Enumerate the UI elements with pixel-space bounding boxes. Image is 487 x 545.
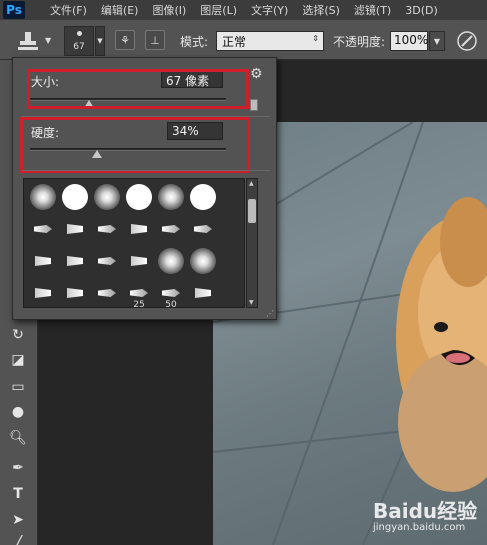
- eraser-tool-icon[interactable]: ◪: [8, 350, 28, 370]
- brush-preset-hard-round[interactable]: [187, 181, 219, 213]
- pen-tool-icon[interactable]: ✒: [8, 458, 28, 478]
- menu-layer[interactable]: 图层(L): [193, 2, 244, 18]
- brush-preset-picker[interactable]: 67: [64, 26, 94, 56]
- menu-filter[interactable]: 滤镜(T): [347, 2, 398, 18]
- brush-preset-tip[interactable]: [91, 213, 123, 245]
- menu-image[interactable]: 图像(I): [145, 2, 193, 18]
- panel-scroll-knob[interactable]: [250, 99, 258, 111]
- mode-label: 模式:: [180, 35, 209, 49]
- hardness-highlight-box: [20, 117, 250, 173]
- menu-select[interactable]: 选择(S): [295, 2, 347, 18]
- brush-preset-tip[interactable]: [187, 213, 219, 245]
- brush-preset-tip[interactable]: [27, 245, 59, 277]
- menu-edit[interactable]: 编辑(E): [94, 2, 146, 18]
- brush-preset-tip[interactable]: [59, 277, 91, 307]
- menu-3d[interactable]: 3D(D): [398, 4, 445, 17]
- brush-picker-panel: ⚙ 大小: 67 像素 硬度: 34% 25 50 ▲ ▼ ⋰: [12, 57, 277, 320]
- gradient-tool-icon[interactable]: ▭: [8, 377, 28, 397]
- brush-preset-hard-round[interactable]: [59, 181, 91, 213]
- opacity-arrow-icon[interactable]: ▼: [429, 31, 445, 51]
- path-selection-tool-icon[interactable]: ➤: [8, 510, 28, 530]
- brush-preset-soft-round[interactable]: [91, 181, 123, 213]
- blur-tool-icon[interactable]: ●: [8, 402, 28, 422]
- menu-bar: Ps 文件(F) 编辑(E) 图像(I) 图层(L) 文字(Y) 选择(S) 滤…: [0, 0, 487, 20]
- menu-file[interactable]: 文件(F): [43, 2, 94, 18]
- brush-preset-tip[interactable]: [27, 213, 59, 245]
- clone-source-panel-icon[interactable]: ⊥: [145, 30, 165, 50]
- brush-preset-fan[interactable]: [155, 213, 187, 245]
- opacity-input[interactable]: 100%: [390, 31, 428, 51]
- blend-mode-value: 正常: [222, 35, 247, 49]
- brush-preset-soft-round[interactable]: [155, 245, 187, 277]
- brush-preset-soft-round[interactable]: [187, 245, 219, 277]
- brush-preset-tip[interactable]: [27, 277, 59, 307]
- brush-preset-tip[interactable]: [91, 245, 123, 277]
- photoshop-logo: Ps: [3, 1, 25, 19]
- tool-preset-arrow-icon[interactable]: ▼: [45, 36, 51, 45]
- scroll-down-arrow-icon[interactable]: ▼: [249, 299, 254, 306]
- brush-preset-grid: 25 50: [23, 178, 245, 308]
- line-tool-icon[interactable]: ╱: [8, 534, 28, 545]
- clone-stamp-tool-icon[interactable]: [15, 30, 41, 52]
- brush-preset-tip[interactable]: [91, 277, 123, 307]
- menu-type[interactable]: 文字(Y): [244, 2, 295, 18]
- brush-preset-size-50[interactable]: 50: [155, 277, 187, 308]
- panel-divider: [21, 170, 270, 171]
- brush-preset-tip[interactable]: [59, 245, 91, 277]
- baidu-watermark: Baidu经验 jingyan.baidu.com: [373, 495, 477, 533]
- brush-preset-soft-round[interactable]: [155, 181, 187, 213]
- blend-mode-dropdown[interactable]: 正常 ⇕: [216, 31, 324, 51]
- brush-picker-arrow-icon[interactable]: ▼: [95, 26, 105, 56]
- brush-size-readout: 67: [73, 42, 85, 52]
- brush-panel-toggle-icon[interactable]: ⚘: [115, 30, 135, 50]
- brush-tip-icon: [77, 31, 82, 36]
- pressure-opacity-icon[interactable]: [456, 30, 478, 52]
- scroll-up-arrow-icon[interactable]: ▲: [249, 180, 254, 187]
- brush-preset-tip[interactable]: [187, 277, 219, 307]
- brush-preset-tip[interactable]: [123, 245, 155, 277]
- options-bar: ▼ 67 ▼ ⚘ ⊥ 模式: 正常 ⇕ 不透明度: 100% ▼: [0, 20, 487, 60]
- size-highlight-box: [27, 69, 249, 109]
- history-brush-tool-icon[interactable]: ↻: [8, 325, 28, 345]
- brush-preset-tip[interactable]: [59, 213, 91, 245]
- brush-grid-scrollbar[interactable]: ▲ ▼: [246, 178, 258, 308]
- brush-preset-size-label: 25: [133, 300, 145, 308]
- resize-grip-icon[interactable]: ⋰: [266, 309, 274, 318]
- brush-preset-tip[interactable]: [123, 213, 155, 245]
- watermark-url: jingyan.baidu.com: [373, 522, 466, 533]
- watermark-title: Baidu经验: [373, 499, 478, 523]
- brush-preset-size-25[interactable]: 25: [123, 277, 155, 308]
- updown-caret-icon: ⇕: [312, 34, 319, 43]
- opacity-label: 不透明度:: [333, 35, 386, 49]
- brush-preset-size-label: 50: [165, 300, 177, 308]
- dodge-tool-icon[interactable]: 🔍︎: [8, 428, 28, 448]
- brush-preset-hard-round[interactable]: [123, 181, 155, 213]
- brush-preset-soft-round[interactable]: [27, 181, 59, 213]
- type-tool-icon[interactable]: T: [8, 484, 28, 504]
- scrollbar-thumb[interactable]: [248, 199, 256, 223]
- gear-icon[interactable]: ⚙: [250, 66, 263, 82]
